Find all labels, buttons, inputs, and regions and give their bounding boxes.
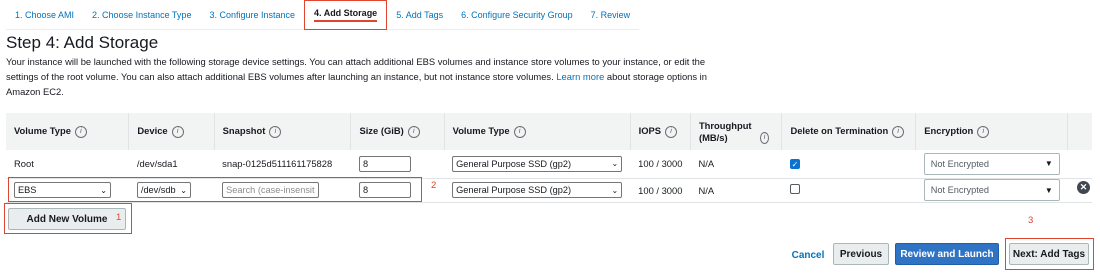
volume-type-cell: Root (6, 150, 129, 179)
info-icon[interactable]: i (171, 125, 184, 138)
next-add-tags-button[interactable]: Next: Add Tags (1009, 243, 1089, 265)
page-title: Step 4: Add Storage (6, 33, 159, 52)
chevron-down-icon: ⌄ (611, 159, 619, 169)
info-icon[interactable]: i (513, 125, 526, 138)
info-icon[interactable]: i (407, 125, 420, 138)
size-input[interactable]: 8 (358, 155, 411, 172)
tab-choose-instance-type[interactable]: 2. Choose Instance Type (83, 0, 201, 30)
info-icon[interactable]: i (74, 125, 87, 138)
annotation-number: 1 (116, 212, 122, 223)
storage-table: Volume Type i Device i Snapshot i Size (GiB… (6, 113, 1092, 203)
cancel-button[interactable]: Cancel (786, 245, 830, 265)
column-header: Device i (128, 113, 215, 150)
caret-down-icon: ▼ (1044, 159, 1053, 169)
annotation-number: 3 (1028, 215, 1034, 226)
tab-choose-ami[interactable]: 1. Choose AMI (6, 0, 84, 30)
device-cell: /dev/sda1 (128, 150, 215, 179)
tab-review[interactable]: 7. Review (581, 0, 640, 30)
page-description: Your instance will be launched with the … (6, 56, 707, 97)
column-header: Snapshot i (214, 113, 352, 150)
throughput-cell: N/A (690, 178, 782, 203)
tab-add-storage[interactable]: 4. Add Storage (304, 0, 388, 30)
info-icon[interactable]: i (269, 125, 282, 138)
caret-down-icon: ▼ (1044, 185, 1053, 195)
info-icon[interactable]: i (665, 125, 678, 138)
column-header: IOPS i (630, 113, 691, 150)
column-header: Encryption i (915, 113, 1069, 150)
volume-type-select[interactable]: EBS ⌄ (14, 182, 111, 198)
info-icon[interactable]: i (892, 125, 905, 138)
encryption-select[interactable]: Not Encrypted ▼ (923, 179, 1060, 201)
chevron-down-icon: ⌄ (100, 185, 107, 195)
add-new-volume-button[interactable]: Add New Volume (8, 208, 126, 230)
size-input[interactable]: 8 (358, 182, 411, 198)
info-icon[interactable]: i (977, 125, 990, 138)
delete-on-termination-checkbox[interactable]: ✓ (789, 159, 800, 170)
column-header: Volume Type i (6, 113, 130, 150)
column-header: Throughput (MB/s) i (690, 113, 783, 150)
chevron-down-icon: ⌄ (180, 185, 187, 195)
wizard-steps: 1. Choose AMI 2. Choose Instance Type 3.… (6, 0, 640, 30)
info-icon[interactable]: i (760, 131, 769, 144)
delete-on-termination-checkbox[interactable] (789, 184, 800, 194)
annotation-number: 2 (431, 180, 437, 191)
previous-button[interactable]: Previous (833, 243, 889, 265)
snapshot-cell: snap-0125d511161175828 (214, 150, 351, 179)
tab-add-tags[interactable]: 5. Add Tags (387, 0, 453, 30)
learn-more-link[interactable]: Learn more (556, 71, 604, 82)
remove-row-icon[interactable]: ✕ (1077, 181, 1090, 194)
column-header: Delete on Termination i (781, 113, 917, 150)
tab-configure-security-group[interactable]: 6. Configure Security Group (452, 0, 582, 30)
tab-configure-instance[interactable]: 3. Configure Instance (200, 0, 305, 30)
device-select[interactable]: /dev/sdb ⌄ (136, 182, 191, 198)
checkmark-icon: ✓ (791, 160, 799, 170)
chevron-down-icon: ⌄ (611, 185, 619, 195)
column-header: Volume Type i (444, 113, 631, 150)
encryption-select[interactable]: Not Encrypted ▼ (923, 152, 1060, 175)
snapshot-search-input[interactable]: Search (case-insensit (222, 182, 320, 198)
throughput-cell: N/A (690, 150, 782, 179)
iops-cell: 100 / 3000 (630, 178, 691, 203)
volume-type-select[interactable]: General Purpose SSD (gp2) ⌄ (452, 155, 623, 172)
volume-type-select[interactable]: General Purpose SSD (gp2) ⌄ (452, 182, 623, 198)
column-header: Size (GiB) i (350, 113, 445, 150)
table-row: Root /dev/sda1 snap-0125d511161175828 8 … (6, 150, 1092, 179)
iops-cell: 100 / 3000 (630, 150, 691, 179)
table-row: EBS ⌄ /dev/sdb ⌄ Search (case-insensit 8 G… (6, 178, 1092, 203)
review-and-launch-button[interactable]: Review and Launch (895, 243, 999, 265)
